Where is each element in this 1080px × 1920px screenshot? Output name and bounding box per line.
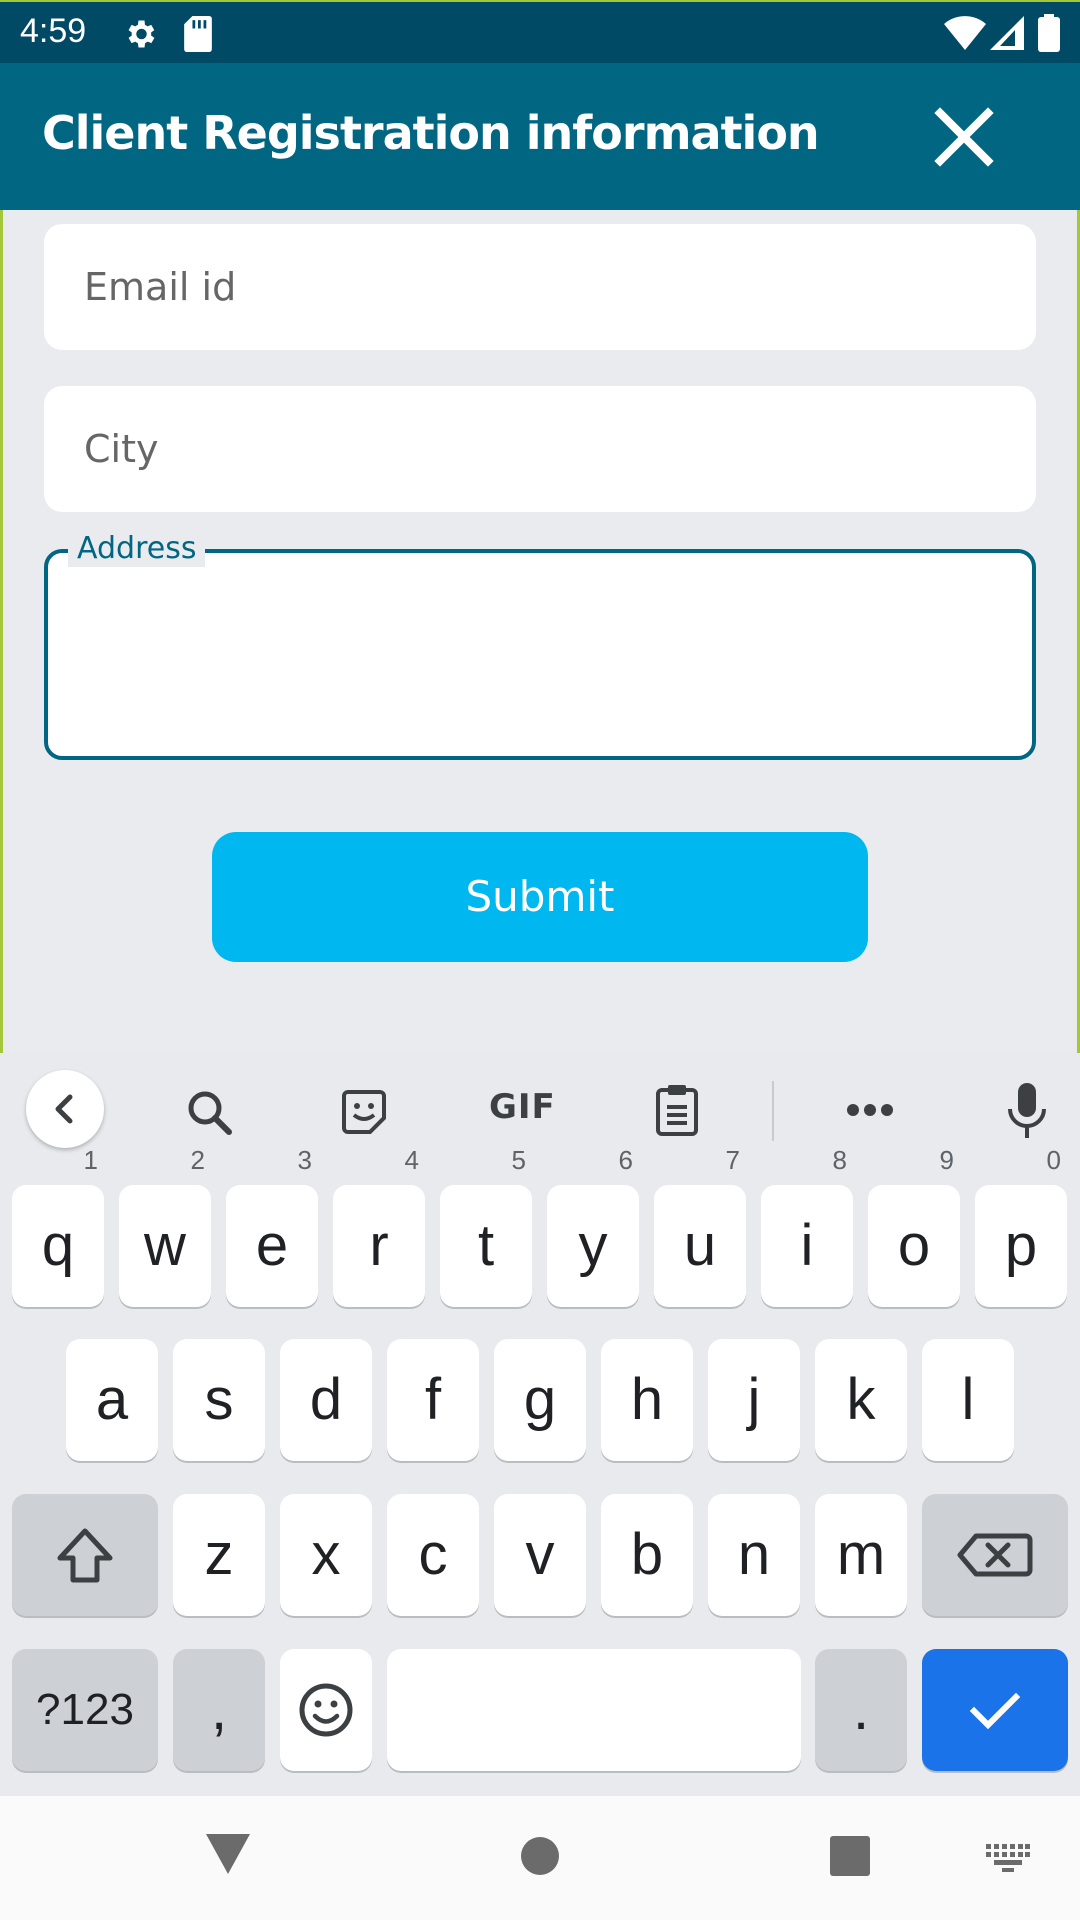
- email-field[interactable]: [44, 224, 1036, 350]
- sd-card-icon: [184, 16, 212, 52]
- key-c[interactable]: c: [387, 1494, 479, 1616]
- key-p[interactable]: p0: [975, 1147, 1067, 1307]
- page-title: Client Registration information: [42, 106, 820, 160]
- keyboard-back-button[interactable]: [26, 1070, 104, 1148]
- period-key[interactable]: .: [815, 1649, 907, 1771]
- key-l[interactable]: l: [922, 1339, 1014, 1461]
- close-button[interactable]: [930, 103, 998, 171]
- key-r[interactable]: r4: [333, 1147, 425, 1307]
- key-z[interactable]: z: [173, 1494, 265, 1616]
- checkmark-icon: [969, 1692, 1021, 1730]
- key-s[interactable]: s: [173, 1339, 265, 1461]
- key-g[interactable]: g: [494, 1339, 586, 1461]
- back-nav-icon[interactable]: [206, 1834, 250, 1874]
- key-x[interactable]: x: [280, 1494, 372, 1616]
- key-w[interactable]: w2: [119, 1147, 211, 1307]
- settings-icon: [128, 20, 155, 48]
- toolbar-divider: [772, 1081, 774, 1141]
- chevron-left-icon: [55, 1094, 73, 1124]
- status-time: 4:59: [20, 12, 87, 50]
- search-icon[interactable]: [185, 1088, 235, 1138]
- address-field[interactable]: Address: [44, 531, 1036, 760]
- comma-key[interactable]: ,: [173, 1649, 265, 1771]
- clipboard-icon[interactable]: [655, 1083, 699, 1137]
- shift-key[interactable]: [12, 1494, 158, 1616]
- key-b[interactable]: b: [601, 1494, 693, 1616]
- space-key[interactable]: [387, 1649, 801, 1771]
- key-u[interactable]: u7: [654, 1147, 746, 1307]
- key-o[interactable]: o9: [868, 1147, 960, 1307]
- status-bar: 4:59: [0, 0, 1080, 63]
- keyboard: GIF q1 w2 e3 r4 t5 y6 u7 i8 o9 p0 a s d …: [0, 1053, 1080, 1796]
- address-label: Address: [68, 531, 206, 567]
- key-j[interactable]: j: [708, 1339, 800, 1461]
- key-k[interactable]: k: [815, 1339, 907, 1461]
- key-f[interactable]: f: [387, 1339, 479, 1461]
- close-icon: [934, 107, 994, 167]
- enter-key[interactable]: [922, 1649, 1068, 1771]
- keyboard-toolbar: GIF: [0, 1053, 1080, 1168]
- recents-nav-icon[interactable]: [830, 1836, 870, 1876]
- key-d[interactable]: d: [280, 1339, 372, 1461]
- cellular-signal-icon: [990, 16, 1024, 50]
- key-a[interactable]: a: [66, 1339, 158, 1461]
- backspace-key[interactable]: [922, 1494, 1068, 1616]
- symbols-key[interactable]: ?123: [12, 1649, 158, 1771]
- more-icon[interactable]: [846, 1103, 894, 1117]
- key-t[interactable]: t5: [440, 1147, 532, 1307]
- city-field[interactable]: [44, 386, 1036, 512]
- battery-icon: [1038, 14, 1060, 52]
- key-q[interactable]: q1: [12, 1147, 104, 1307]
- emoji-key[interactable]: [280, 1649, 372, 1771]
- key-m[interactable]: m: [815, 1494, 907, 1616]
- keyboard-switch-icon[interactable]: [986, 1844, 1030, 1872]
- home-nav-icon[interactable]: [520, 1836, 560, 1876]
- submit-button[interactable]: Submit: [212, 832, 868, 962]
- address-input[interactable]: [48, 553, 1032, 756]
- email-input[interactable]: [44, 224, 1036, 350]
- key-v[interactable]: v: [494, 1494, 586, 1616]
- backspace-icon: [957, 1533, 1033, 1577]
- navigation-bar: [0, 1796, 1080, 1920]
- key-e[interactable]: e3: [226, 1147, 318, 1307]
- app-bar: Client Registration information: [0, 63, 1080, 210]
- key-y[interactable]: y6: [547, 1147, 639, 1307]
- shift-icon: [57, 1528, 113, 1583]
- sticker-icon[interactable]: [340, 1088, 388, 1136]
- key-h[interactable]: h: [601, 1339, 693, 1461]
- gif-icon[interactable]: GIF: [489, 1087, 556, 1127]
- wifi-icon: [944, 16, 986, 50]
- city-input[interactable]: [44, 386, 1036, 512]
- key-i[interactable]: i8: [761, 1147, 853, 1307]
- microphone-icon[interactable]: [1006, 1083, 1048, 1139]
- key-n[interactable]: n: [708, 1494, 800, 1616]
- emoji-icon: [299, 1683, 353, 1737]
